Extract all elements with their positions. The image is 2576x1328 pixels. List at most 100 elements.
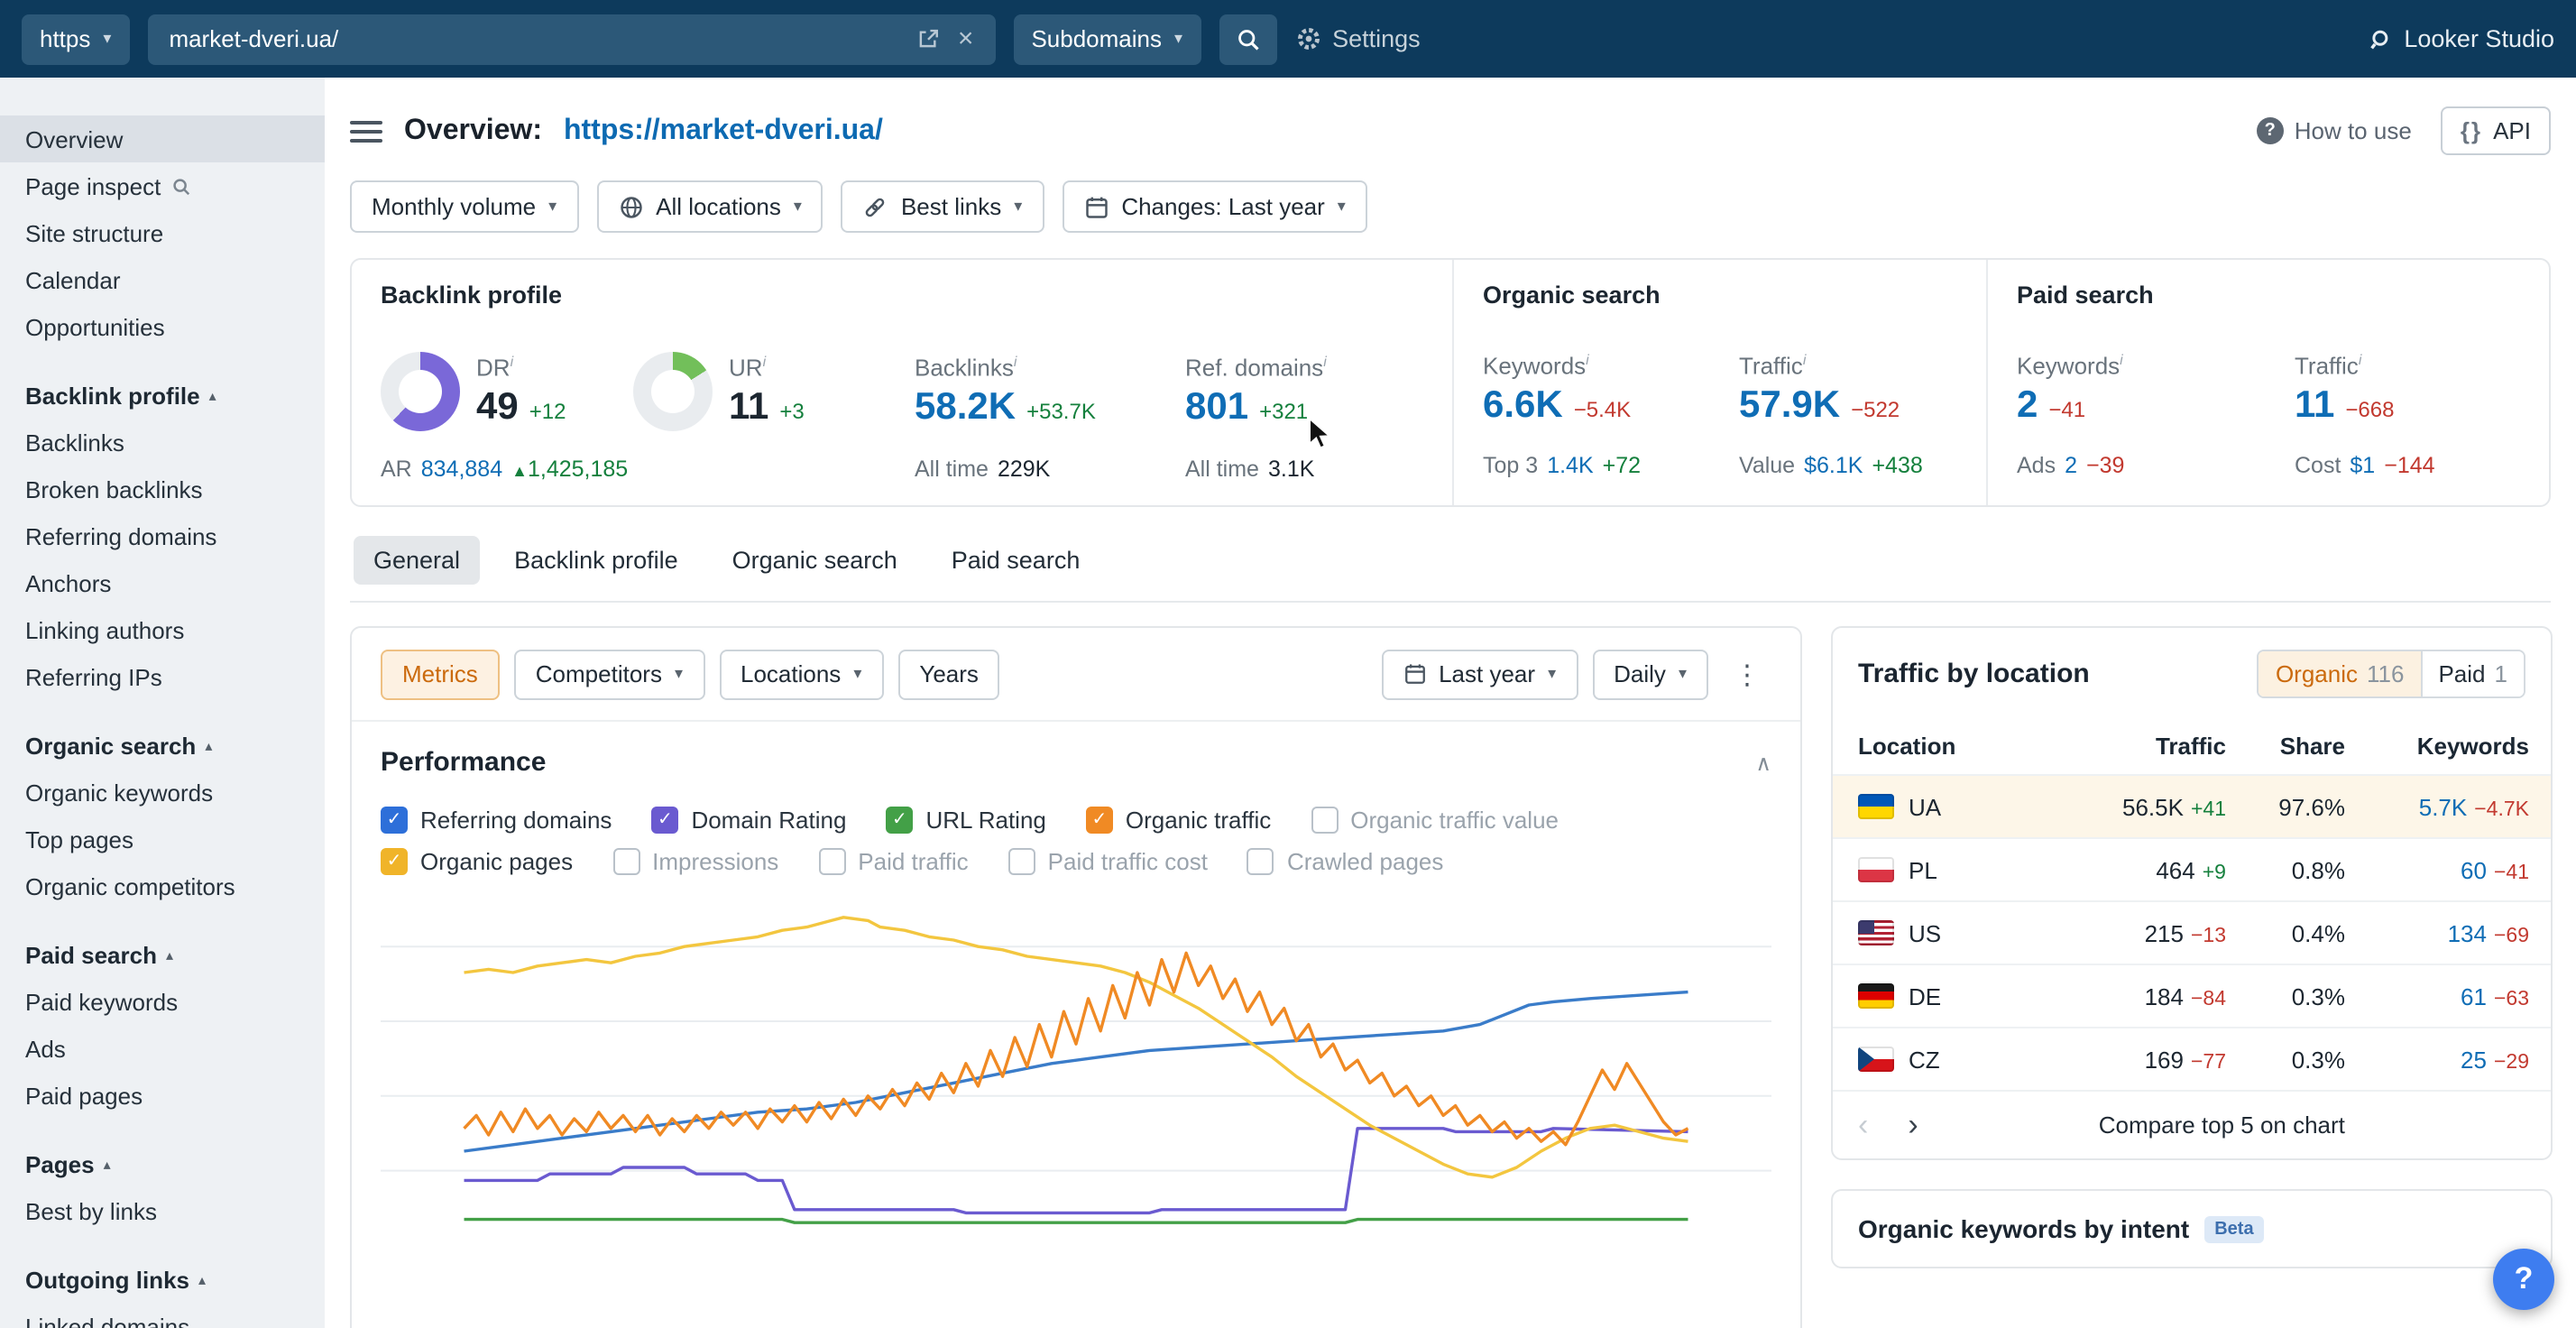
- location-row-us[interactable]: US 215−13 0.4% 134−69: [1833, 900, 2551, 964]
- location-row-ua[interactable]: UA 56.5K+41 97.6% 5.7K−4.7K: [1833, 774, 2551, 837]
- checkbox-box[interactable]: ✓: [886, 807, 913, 834]
- target-url-link[interactable]: https://market-dveri.ua/: [564, 115, 883, 147]
- location-row-pl[interactable]: PL 464+9 0.8% 60−41: [1833, 837, 2551, 900]
- sidebar-item-site-structure[interactable]: Site structure: [0, 209, 325, 256]
- keywords-value[interactable]: 60: [2461, 856, 2487, 883]
- toggle-organic[interactable]: Organic116: [2259, 651, 2421, 696]
- settings-button[interactable]: Settings: [1294, 25, 1421, 52]
- search-button[interactable]: [1219, 14, 1276, 64]
- sidebar-item-anchors[interactable]: Anchors: [0, 559, 325, 606]
- more-options-icon[interactable]: ⋮: [1723, 658, 1771, 690]
- checkbox-box[interactable]: [1247, 848, 1274, 875]
- checkbox-box[interactable]: [612, 848, 639, 875]
- metrics-button[interactable]: Metrics: [381, 649, 500, 699]
- sidebar-item-page-inspect[interactable]: Page inspect: [0, 162, 325, 209]
- best-links-dropdown[interactable]: Best links ▾: [842, 180, 1044, 233]
- checkbox-box[interactable]: ✓: [381, 848, 408, 875]
- api-button[interactable]: {} API: [2441, 106, 2551, 155]
- sidebar-section-pages[interactable]: Pages ▴: [0, 1140, 325, 1187]
- sidebar-item-referring-domains[interactable]: Referring domains: [0, 512, 325, 559]
- checkbox-url-rating[interactable]: ✓URL Rating: [886, 807, 1045, 834]
- changes-period-dropdown[interactable]: Changes: Last year ▾: [1062, 180, 1367, 233]
- checkbox-box[interactable]: ✓: [651, 807, 678, 834]
- info-icon: i: [2120, 352, 2123, 368]
- location-row-cz[interactable]: CZ 169−77 0.3% 25−29: [1833, 1027, 2551, 1090]
- url-input[interactable]: market-dveri.ua/ ×: [147, 14, 995, 64]
- keywords-value[interactable]: 61: [2461, 982, 2487, 1010]
- locations-filter-dropdown[interactable]: All locations ▾: [596, 180, 823, 233]
- checkbox-label: Organic pages: [420, 848, 573, 875]
- checkbox-crawled-pages[interactable]: Crawled pages: [1247, 848, 1443, 875]
- ads-value[interactable]: 2: [2065, 454, 2077, 479]
- checkbox-box[interactable]: [1311, 807, 1338, 834]
- ar-value[interactable]: 834,884: [421, 456, 502, 482]
- dr-value: 49: [476, 386, 519, 429]
- checkbox-box[interactable]: ✓: [381, 807, 408, 834]
- sidebar-item-opportunities[interactable]: Opportunities: [0, 303, 325, 350]
- next-page-icon[interactable]: ›: [1908, 1110, 1918, 1140]
- performance-chart-area[interactable]: [381, 908, 1771, 1232]
- performance-chart[interactable]: [381, 908, 1771, 1232]
- granularity-dropdown[interactable]: Daily▾: [1592, 649, 1708, 699]
- checkbox-organic-traffic[interactable]: ✓Organic traffic: [1086, 807, 1271, 834]
- checkbox-box[interactable]: [1008, 848, 1035, 875]
- menu-icon[interactable]: [350, 120, 382, 142]
- tab-general[interactable]: General: [354, 536, 480, 585]
- sidebar-item-best-by-links[interactable]: Best by links: [0, 1187, 325, 1234]
- checkbox-box[interactable]: ✓: [1086, 807, 1113, 834]
- keywords-value[interactable]: 5.7K: [2419, 793, 2468, 820]
- monthly-volume-dropdown[interactable]: Monthly volume ▾: [350, 180, 578, 233]
- sidebar-item-referring-ips[interactable]: Referring IPs: [0, 653, 325, 700]
- scope-dropdown[interactable]: Subdomains ▾: [1013, 14, 1201, 64]
- date-range-dropdown[interactable]: Last year ▾: [1381, 649, 1578, 699]
- checkbox-impressions[interactable]: Impressions: [612, 848, 778, 875]
- keywords-value[interactable]: 134: [2448, 919, 2487, 946]
- prev-page-icon[interactable]: ‹: [1858, 1110, 1868, 1140]
- cost-value[interactable]: $1: [2350, 454, 2375, 479]
- checkbox-paid-traffic-cost[interactable]: Paid traffic cost: [1008, 848, 1208, 875]
- sidebar-item-paid-pages[interactable]: Paid pages: [0, 1072, 325, 1119]
- traffic-by-location-card: Traffic by location Organic116 Paid1 Loc…: [1831, 626, 2553, 1160]
- checkbox-referring-domains[interactable]: ✓Referring domains: [381, 807, 612, 834]
- tab-backlink-profile[interactable]: Backlink profile: [494, 536, 698, 585]
- open-external-icon[interactable]: [916, 27, 940, 51]
- checkbox-box[interactable]: [818, 848, 845, 875]
- collapse-chevron-icon[interactable]: ∧: [1755, 750, 1771, 775]
- sidebar-item-ads[interactable]: Ads: [0, 1025, 325, 1072]
- protocol-dropdown[interactable]: https ▾: [22, 14, 129, 64]
- sidebar-item-paid-keywords[interactable]: Paid keywords: [0, 978, 325, 1025]
- years-button[interactable]: Years: [897, 649, 1000, 699]
- compare-top5-link[interactable]: Compare top 5 on chart: [1918, 1111, 2525, 1139]
- help-button[interactable]: ?: [2493, 1249, 2554, 1310]
- tab-paid-search[interactable]: Paid search: [932, 536, 1100, 585]
- checkbox-organic-traffic-value[interactable]: Organic traffic value: [1311, 807, 1559, 834]
- checkbox-organic-pages[interactable]: ✓ Organic pages: [381, 848, 573, 875]
- clear-url-icon[interactable]: ×: [958, 23, 974, 54]
- sidebar-section-paid-search[interactable]: Paid search ▴: [0, 931, 325, 978]
- top3-value[interactable]: 1.4K: [1547, 454, 1593, 479]
- location-row-de[interactable]: DE 184−84 0.3% 61−63: [1833, 964, 2551, 1027]
- value-amount[interactable]: $6.1K: [1804, 454, 1863, 479]
- keywords-value[interactable]: 25: [2461, 1046, 2487, 1073]
- sidebar-item-organic-competitors[interactable]: Organic competitors: [0, 862, 325, 909]
- checkbox-paid-traffic[interactable]: Paid traffic: [818, 848, 968, 875]
- sidebar-section-organic-search[interactable]: Organic search ▴: [0, 722, 325, 769]
- checkbox-domain-rating[interactable]: ✓Domain Rating: [651, 807, 846, 834]
- sidebar-section-outgoing-links[interactable]: Outgoing links ▴: [0, 1256, 325, 1303]
- sidebar-item-broken-backlinks[interactable]: Broken backlinks: [0, 466, 325, 512]
- tab-organic-search[interactable]: Organic search: [713, 536, 917, 585]
- competitors-dropdown[interactable]: Competitors▾: [514, 649, 704, 699]
- sidebar-item-overview[interactable]: Overview: [0, 115, 325, 162]
- sidebar-item-linking-authors[interactable]: Linking authors: [0, 606, 325, 653]
- sidebar-section-backlink-profile[interactable]: Backlink profile ▴: [0, 372, 325, 419]
- sidebar-item-top-pages[interactable]: Top pages: [0, 816, 325, 862]
- toggle-paid[interactable]: Paid1: [2420, 651, 2524, 696]
- how-to-use-button[interactable]: ? How to use: [2257, 117, 2412, 144]
- sidebar-item-calendar[interactable]: Calendar: [0, 256, 325, 303]
- traffic-delta: −77: [2191, 1051, 2226, 1073]
- sidebar-item-linked-domains[interactable]: Linked domains: [0, 1303, 325, 1328]
- sidebar-item-backlinks[interactable]: Backlinks: [0, 419, 325, 466]
- sidebar-item-organic-keywords[interactable]: Organic keywords: [0, 769, 325, 816]
- locations-dropdown[interactable]: Locations▾: [719, 649, 883, 699]
- looker-studio-button[interactable]: Looker Studio: [2366, 25, 2554, 52]
